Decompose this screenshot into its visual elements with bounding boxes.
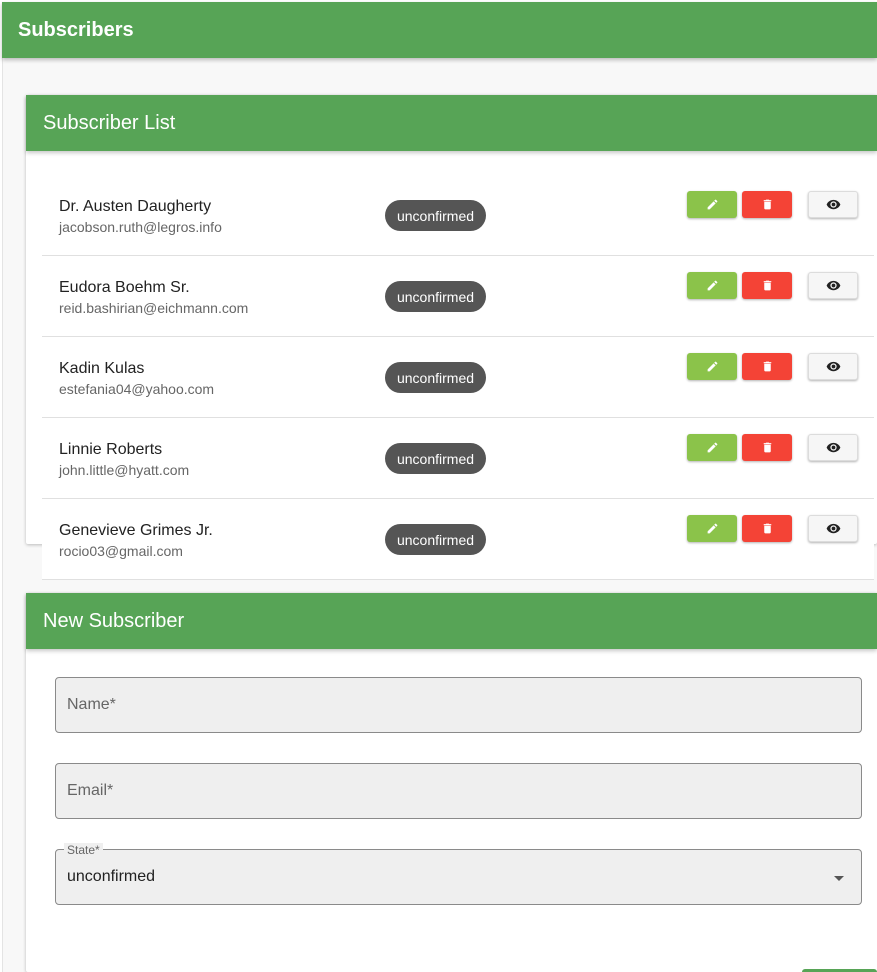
app-bar: Subscribers xyxy=(2,2,877,58)
pencil-icon xyxy=(707,199,717,210)
status-badge: unconfirmed xyxy=(385,524,486,555)
trash-icon xyxy=(763,442,771,453)
eye-icon xyxy=(826,442,840,453)
name-field-label: Name* xyxy=(67,696,116,713)
state-field-label: State* xyxy=(64,843,103,857)
trash-icon xyxy=(763,523,771,534)
pencil-icon xyxy=(707,442,717,453)
new-subscriber-header: New Subscriber xyxy=(26,593,877,649)
view-button[interactable] xyxy=(808,191,858,218)
subscriber-name: Linnie Roberts xyxy=(59,441,163,458)
status-badge: unconfirmed xyxy=(385,443,486,474)
status-badge: unconfirmed xyxy=(385,362,486,393)
list-item: Linnie Roberts john.little@hyatt.com unc… xyxy=(42,418,874,499)
trash-icon xyxy=(763,361,771,372)
trash-icon xyxy=(763,280,771,291)
subscriber-list-header: Subscriber List xyxy=(26,95,877,151)
list-item: Eudora Boehm Sr. reid.bashirian@eichmann… xyxy=(42,256,874,337)
eye-icon xyxy=(826,280,840,291)
pencil-icon xyxy=(707,280,717,291)
email-field[interactable]: Email* xyxy=(55,763,862,819)
delete-button[interactable] xyxy=(742,515,792,542)
list-item: Genevieve Grimes Jr. rocio03@gmail.com u… xyxy=(42,499,874,580)
edit-button[interactable] xyxy=(687,434,737,461)
view-button[interactable] xyxy=(808,353,858,380)
pencil-icon xyxy=(707,523,717,534)
status-badge: unconfirmed xyxy=(385,281,486,312)
app-title: Subscribers xyxy=(18,18,134,41)
status-badge: unconfirmed xyxy=(385,200,486,231)
delete-button[interactable] xyxy=(742,434,792,461)
subscriber-name: Kadin Kulas xyxy=(59,360,145,377)
pencil-icon xyxy=(707,361,717,372)
view-button[interactable] xyxy=(808,434,858,461)
trash-icon xyxy=(763,199,771,210)
subscriber-email: estefania04@yahoo.com xyxy=(59,381,215,397)
list-item: Kadin Kulas estefania04@yahoo.com unconf… xyxy=(42,337,874,418)
edit-button[interactable] xyxy=(687,272,737,299)
edit-button[interactable] xyxy=(687,353,737,380)
eye-icon xyxy=(826,361,840,372)
eye-icon xyxy=(826,523,840,534)
delete-button[interactable] xyxy=(742,353,792,380)
state-select[interactable]: State* unconfirmed xyxy=(55,843,862,905)
subscriber-list: Dr. Austen Daugherty jacobson.ruth@legro… xyxy=(42,175,874,580)
email-field-label: Email* xyxy=(67,782,114,799)
view-button[interactable] xyxy=(808,515,858,542)
subscriber-email: rocio03@gmail.com xyxy=(59,543,183,559)
subscriber-email: john.little@hyatt.com xyxy=(59,462,190,478)
subscriber-name: Eudora Boehm Sr. xyxy=(59,279,190,296)
delete-button[interactable] xyxy=(742,272,792,299)
edit-button[interactable] xyxy=(687,191,737,218)
subscriber-email: reid.bashirian@eichmann.com xyxy=(59,300,249,316)
eye-icon xyxy=(826,199,840,210)
subscriber-name: Dr. Austen Daugherty xyxy=(59,198,212,215)
state-select-value: unconfirmed xyxy=(67,868,156,885)
subscriber-name: Genevieve Grimes Jr. xyxy=(59,522,213,539)
view-button[interactable] xyxy=(808,272,858,299)
name-field[interactable]: Name* xyxy=(55,677,862,733)
chevron-down-icon xyxy=(834,876,844,881)
delete-button[interactable] xyxy=(742,191,792,218)
list-item: Dr. Austen Daugherty jacobson.ruth@legro… xyxy=(42,175,874,256)
edit-button[interactable] xyxy=(687,515,737,542)
subscriber-email: jacobson.ruth@legros.info xyxy=(59,219,222,235)
